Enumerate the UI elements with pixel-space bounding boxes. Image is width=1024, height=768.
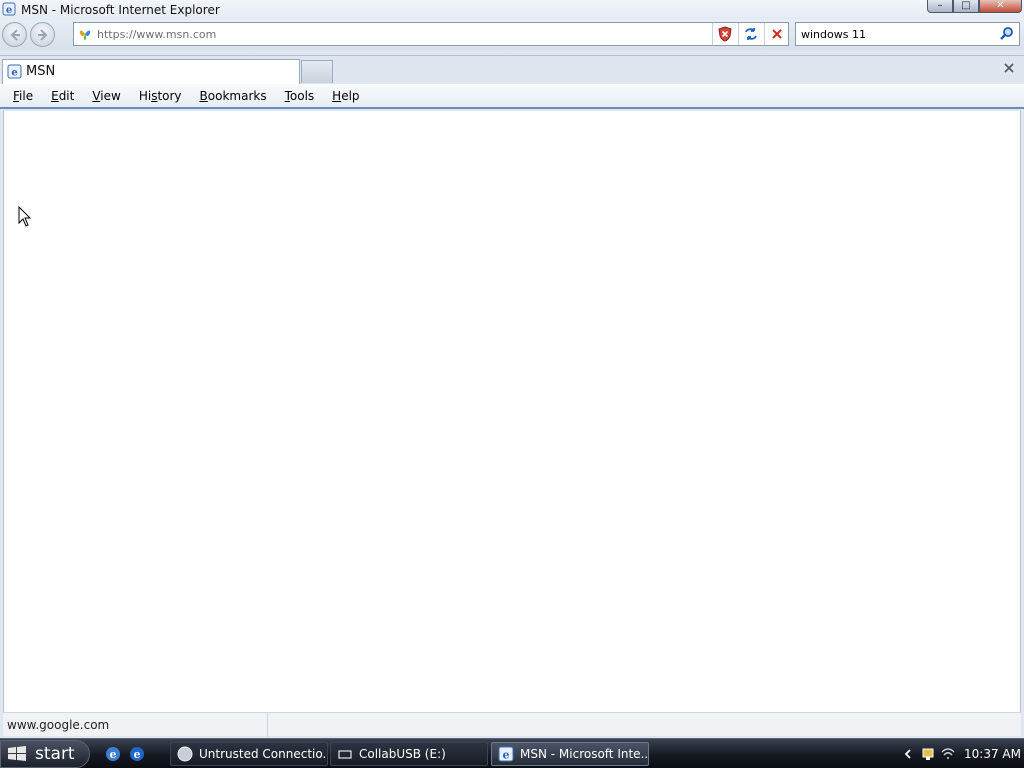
- menu-label: File: [13, 88, 34, 103]
- task-label: CollabUSB (E:): [359, 747, 446, 761]
- status-bar: www.google.com: [3, 712, 1021, 737]
- new-tab-button[interactable]: [301, 60, 333, 83]
- menu-label: Help: [332, 88, 360, 103]
- search-input[interactable]: [801, 26, 991, 42]
- close-window-button[interactable]: ✕: [979, 0, 1022, 13]
- wireless-icon[interactable]: [940, 746, 956, 762]
- menu-history[interactable]: History: [130, 89, 191, 103]
- menu-bar: File Edit View History Bookmarks Tools H…: [0, 84, 1024, 109]
- svg-text:e: e: [503, 749, 510, 762]
- forward-arrow-icon: [37, 28, 47, 41]
- shield-warning-icon: [717, 26, 732, 42]
- quick-launch-browser-icon[interactable]: e: [128, 745, 146, 763]
- navigation-bar: [0, 20, 1024, 50]
- svg-text:e: e: [6, 5, 12, 16]
- task-label: MSN - Microsoft Inte...: [520, 747, 649, 761]
- menu-bookmarks[interactable]: Bookmarks: [191, 89, 276, 103]
- quick-launch-ie-icon[interactable]: e: [104, 745, 122, 763]
- page-content[interactable]: [3, 111, 1021, 712]
- taskbar-item-msn[interactable]: e MSN - Microsoft Inte...: [491, 742, 649, 766]
- status-text: www.google.com: [7, 718, 110, 732]
- tab-strip: e MSN: [0, 55, 1024, 84]
- ie-page-icon: e: [7, 64, 22, 79]
- menu-label: Tools: [284, 88, 315, 103]
- minimize-button[interactable]: –: [927, 0, 953, 13]
- task-label: Untrusted Connectio...: [199, 747, 328, 761]
- svg-text:e: e: [134, 748, 141, 761]
- window-controls: – □ ✕: [927, 0, 1022, 14]
- back-arrow-icon: [10, 28, 20, 41]
- menu-edit[interactable]: Edit: [42, 89, 83, 103]
- menu-label: View: [92, 88, 121, 103]
- drive-icon: [338, 750, 352, 759]
- chevron-left-icon[interactable]: [900, 746, 916, 762]
- search-box[interactable]: [795, 22, 1020, 46]
- refresh-icon: [744, 28, 757, 40]
- close-tab-button[interactable]: [1002, 61, 1016, 75]
- tab-label: MSN: [26, 64, 56, 79]
- stop-icon: [771, 29, 782, 39]
- maximize-button[interactable]: □: [953, 0, 979, 13]
- svg-text:e: e: [110, 748, 117, 761]
- msn-butterfly-icon: [79, 30, 91, 40]
- close-icon: [1004, 63, 1014, 73]
- mouse-pointer-icon: [18, 206, 32, 227]
- taskbar-item-collabusb[interactable]: CollabUSB (E:): [330, 742, 488, 766]
- menu-file[interactable]: File: [4, 89, 42, 103]
- ie-icon: e: [498, 746, 514, 762]
- taskbar: start e e Untrusted Connectio... CollabU…: [0, 738, 1024, 768]
- refresh-button[interactable]: [738, 23, 762, 45]
- search-button[interactable]: [998, 25, 1016, 43]
- address-input[interactable]: [97, 26, 707, 42]
- address-bar[interactable]: [73, 22, 789, 46]
- menu-tools[interactable]: Tools: [276, 89, 324, 103]
- system-tray: 10:37 AM: [896, 742, 1024, 766]
- menu-label: Bookmarks: [199, 88, 267, 103]
- stop-button[interactable]: [764, 23, 788, 45]
- start-button[interactable]: start: [0, 740, 90, 768]
- taskbar-item-untrusted-connection[interactable]: Untrusted Connectio...: [170, 742, 328, 766]
- status-divider: [267, 713, 268, 737]
- menu-label: History: [138, 88, 182, 103]
- menu-help[interactable]: Help: [323, 89, 368, 103]
- start-label: start: [35, 744, 75, 764]
- windows-logo-icon: [8, 746, 26, 761]
- clock[interactable]: 10:37 AM: [964, 747, 1021, 761]
- menu-label: Edit: [51, 88, 75, 103]
- ie-icon: e: [2, 2, 16, 16]
- forward-button[interactable]: [30, 22, 55, 47]
- window-title: MSN - Microsoft Internet Explorer: [21, 3, 220, 17]
- search-icon: [1000, 27, 1013, 40]
- network-icon[interactable]: [920, 746, 936, 762]
- tab-msn[interactable]: e MSN: [2, 59, 300, 84]
- title-bar: e MSN - Microsoft Internet Explorer – □ …: [0, 0, 1024, 20]
- back-button[interactable]: [2, 22, 27, 47]
- globe-icon: [177, 746, 193, 762]
- menu-view[interactable]: View: [83, 89, 129, 103]
- security-report-button[interactable]: [712, 23, 736, 45]
- svg-text:e: e: [11, 68, 17, 79]
